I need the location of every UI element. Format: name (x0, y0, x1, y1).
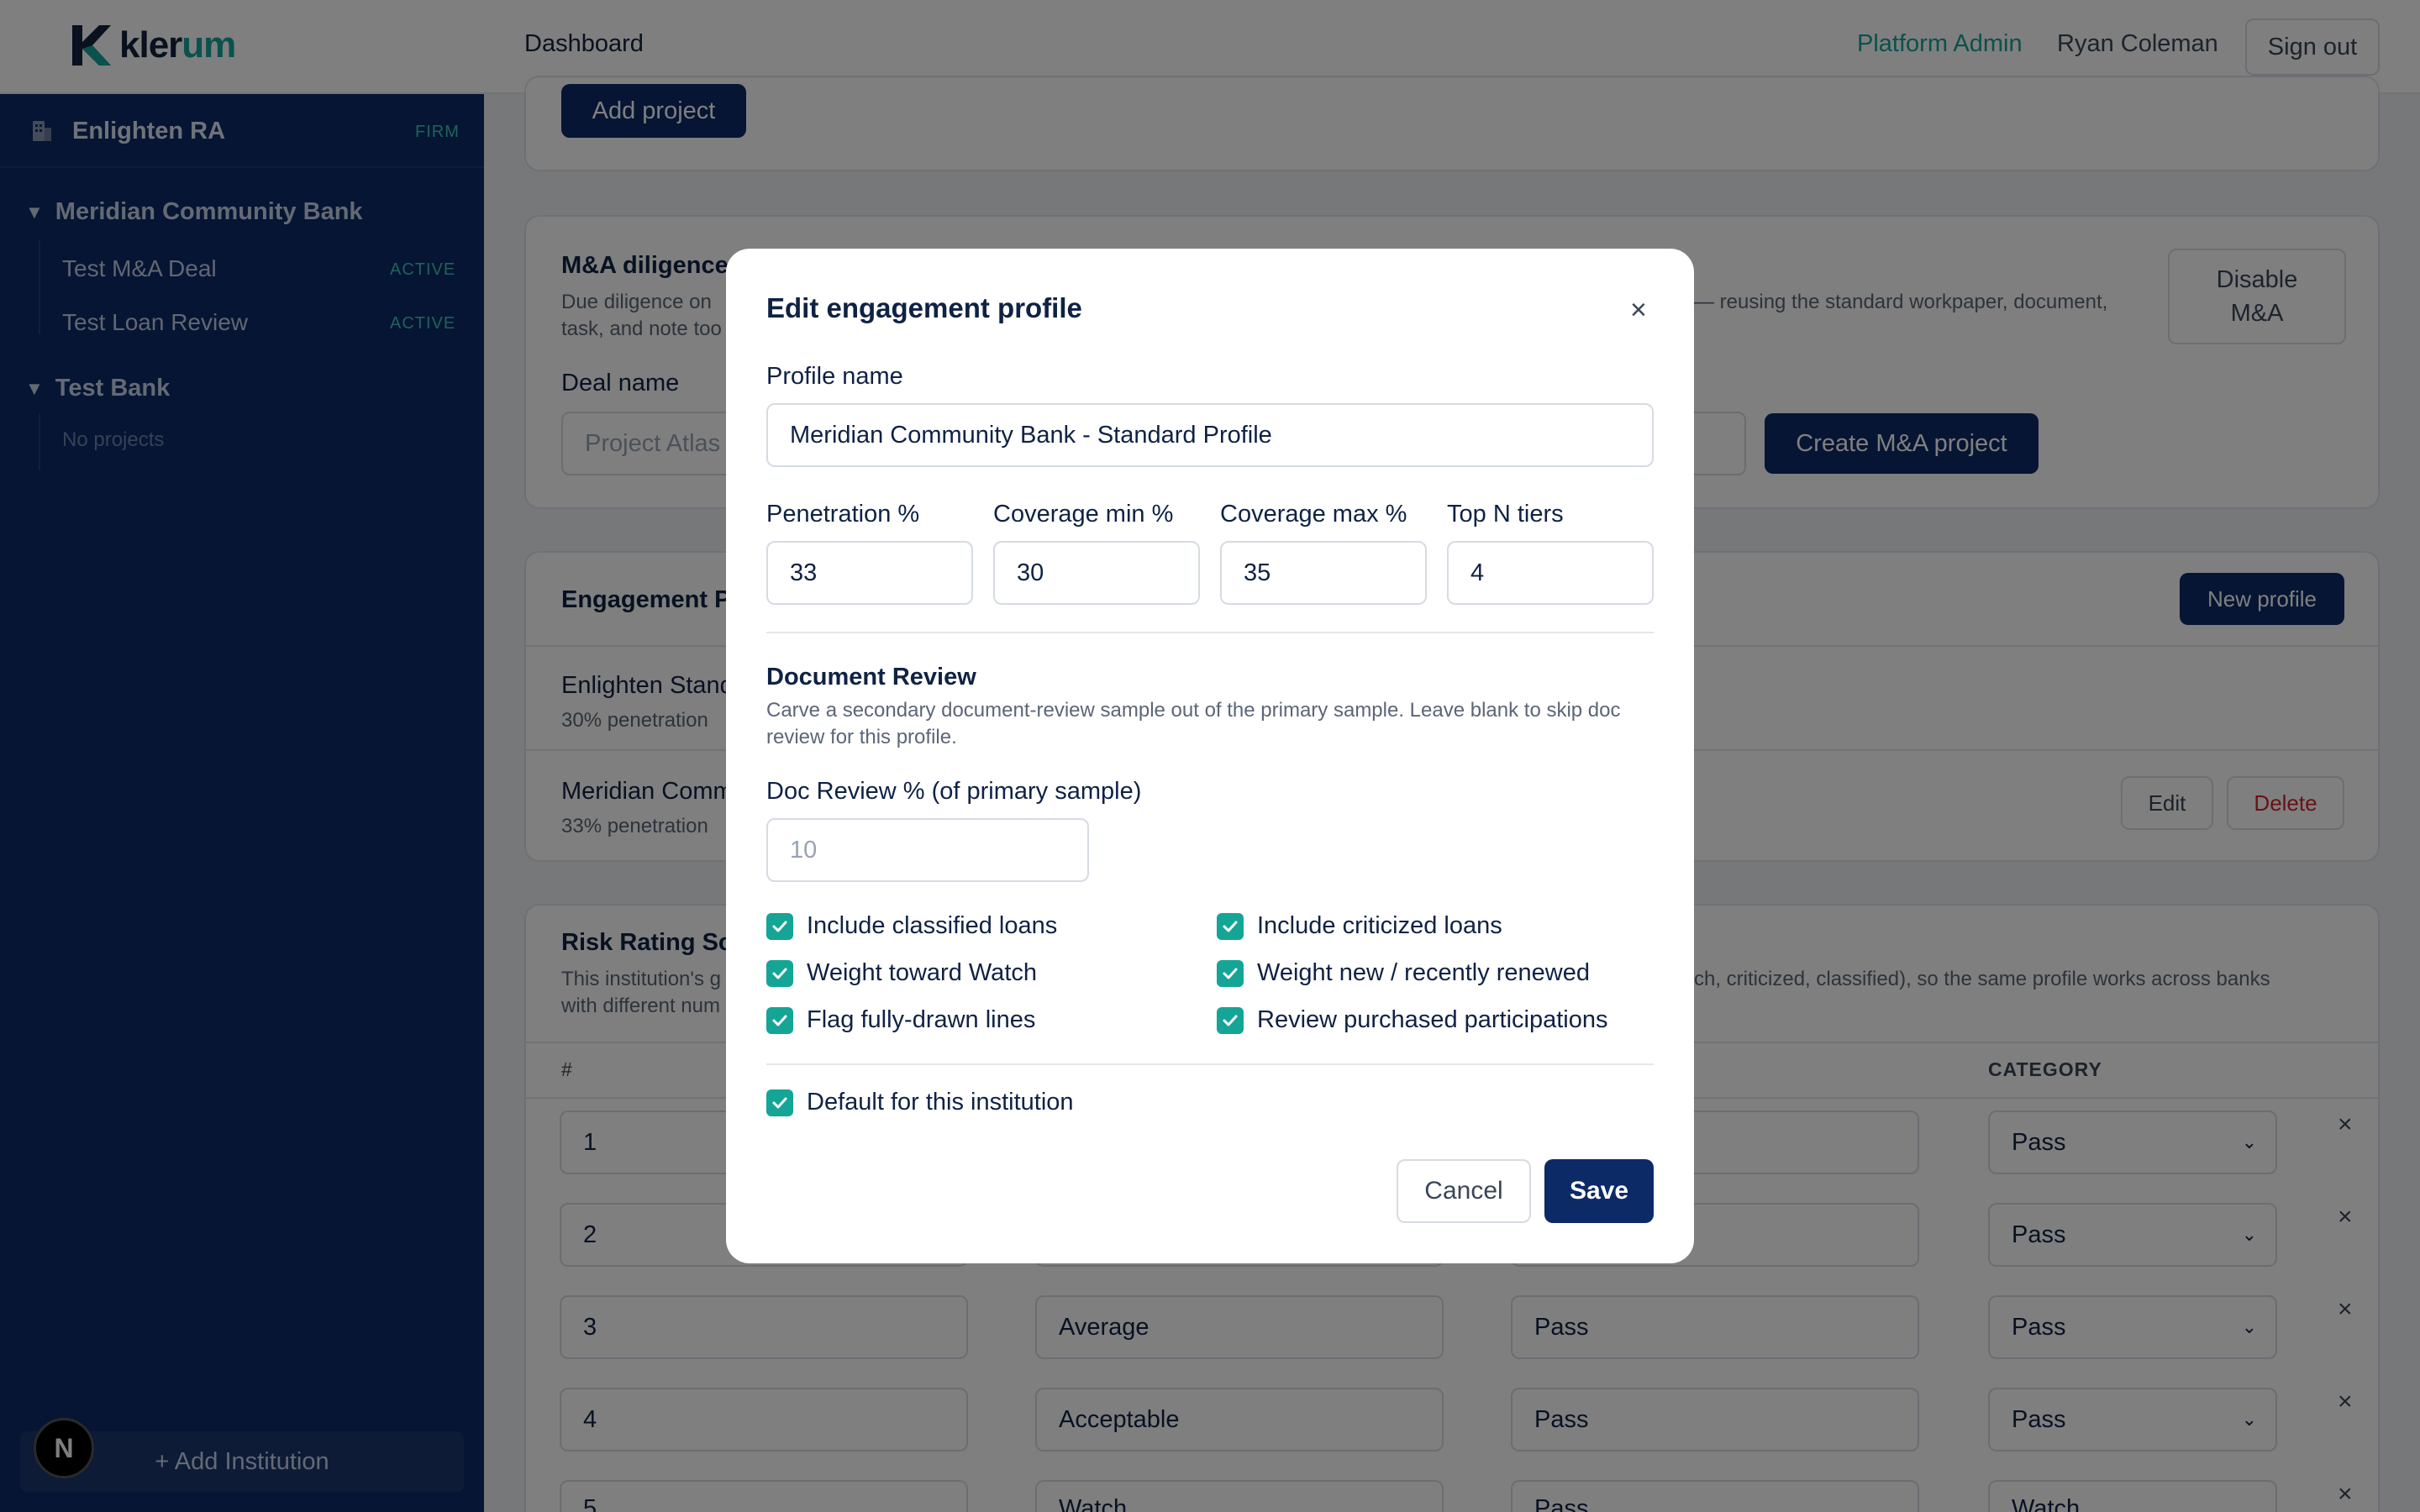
checkbox-include-classified[interactable]: Include classified loans (766, 912, 1057, 940)
top-n-tiers-input[interactable]: 4 (1447, 541, 1654, 605)
checkbox-weight-watch[interactable]: Weight toward Watch (766, 959, 1037, 987)
checkbox-checked-icon (1217, 1006, 1244, 1034)
checkbox-checked-icon (766, 1006, 793, 1034)
penetration-label: Penetration % (766, 501, 920, 528)
doc-review-percent-input[interactable]: 10 (766, 818, 1089, 882)
divider (766, 632, 1654, 633)
coverage-min-input[interactable]: 30 (993, 541, 1200, 605)
checkbox-weight-new-renewed[interactable]: Weight new / recently renewed (1217, 959, 1590, 987)
profile-name-input[interactable]: Meridian Community Bank - Standard Profi… (766, 403, 1654, 467)
penetration-input[interactable]: 33 (766, 541, 973, 605)
coverage-max-label: Coverage max % (1220, 501, 1407, 528)
document-review-heading: Document Review (766, 664, 976, 690)
checkbox-checked-icon (766, 912, 793, 940)
checkbox-default-institution[interactable]: Default for this institution (766, 1089, 1074, 1116)
checkbox-checked-icon (1217, 959, 1244, 987)
checkbox-checked-icon (766, 959, 793, 987)
checkbox-flag-fully-drawn[interactable]: Flag fully-drawn lines (766, 1006, 1035, 1034)
modal-title: Edit engagement profile (766, 292, 1082, 323)
cancel-button[interactable]: Cancel (1397, 1159, 1531, 1223)
close-icon[interactable]: × (1630, 294, 1647, 327)
coverage-min-label: Coverage min % (993, 501, 1174, 528)
profile-name-label: Profile name (766, 363, 903, 390)
checkbox-checked-icon (1217, 912, 1244, 940)
doc-review-percent-label: Doc Review % (of primary sample) (766, 778, 1142, 805)
divider (766, 1063, 1654, 1065)
edit-engagement-profile-modal: Edit engagement profile × Profile name M… (726, 249, 1694, 1263)
top-n-tiers-label: Top N tiers (1447, 501, 1564, 528)
document-review-help: Carve a secondary document-review sample… (766, 699, 1621, 748)
save-button[interactable]: Save (1544, 1159, 1654, 1223)
coverage-max-input[interactable]: 35 (1220, 541, 1427, 605)
checkbox-review-participations[interactable]: Review purchased participations (1217, 1006, 1608, 1034)
checkbox-checked-icon (766, 1089, 793, 1116)
checkbox-include-criticized[interactable]: Include criticized loans (1217, 912, 1502, 940)
